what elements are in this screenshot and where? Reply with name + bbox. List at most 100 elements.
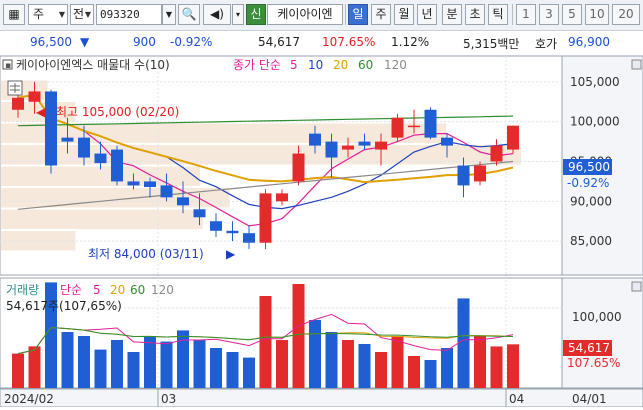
search-icon[interactable]: 🔍: [178, 4, 200, 25]
ma-label-20: 20: [333, 58, 348, 72]
candle-body: [408, 125, 420, 128]
ma-label-prefix: 종가 단순: [233, 58, 281, 72]
code-input[interactable]: 093320: [96, 4, 162, 25]
sound-icon[interactable]: ◀): [203, 4, 231, 25]
price-axis-tick: 85,000: [570, 234, 612, 248]
volume-bar: [193, 340, 206, 388]
volume-profile-bar: [1, 209, 203, 229]
candle-body: [243, 233, 255, 243]
interval-10-button[interactable]: 10: [585, 4, 609, 25]
tab-second[interactable]: 초: [465, 4, 485, 25]
candle-body: [490, 145, 503, 162]
tab-tick[interactable]: 틱: [488, 4, 508, 25]
volume-bar: [160, 341, 173, 388]
prev-next-icon[interactable]: ▾: [232, 4, 244, 25]
vol-ma-5: 5: [93, 283, 101, 297]
candle-body: [94, 153, 107, 164]
type-select[interactable]: 전: [70, 4, 94, 25]
axis-scroll-icon[interactable]: [631, 59, 642, 70]
candle-body: [292, 153, 305, 182]
candle-body: [309, 133, 321, 146]
volume-bar: [408, 356, 420, 388]
tab-week[interactable]: 주: [371, 4, 391, 25]
tab-day[interactable]: 일: [348, 4, 368, 25]
volume-bar: [226, 352, 239, 388]
date-label-cursor: 04/01: [572, 392, 607, 406]
candle-body: [12, 97, 24, 110]
candle-body: [441, 137, 453, 146]
candle-body: [61, 137, 74, 142]
interval-1-button[interactable]: 1: [516, 4, 536, 25]
candle-body: [78, 137, 90, 158]
interval-20-button[interactable]: 20: [612, 4, 640, 25]
stock-chart[interactable]: ▪ 케이아이엔엑스 매물대 수(10) 종가 단순 5 10 20 60 120…: [0, 55, 643, 408]
tab-minute[interactable]: 분: [442, 4, 462, 25]
date-label-feb: 2024/02: [4, 392, 54, 406]
volume-title: 거래량: [6, 283, 39, 297]
volume-bar: [259, 296, 272, 388]
low-arrow-icon: ▶: [226, 247, 236, 261]
volume-axis-label: 100,000: [572, 310, 622, 324]
new-badge[interactable]: 신: [246, 4, 266, 25]
collapse-icon-glyph: ▪: [5, 61, 11, 71]
candle-body: [342, 145, 354, 150]
candle-body: [474, 165, 486, 182]
volume-bar: [309, 320, 321, 388]
candle-body: [193, 209, 206, 218]
volume-axis-scroll-icon[interactable]: [631, 281, 642, 292]
volume-bar: [144, 336, 156, 388]
current-price: 96,500: [30, 35, 72, 49]
candle-body: [457, 165, 470, 186]
candle-body: [28, 91, 41, 102]
candle-body: [325, 141, 338, 158]
layout-icon[interactable]: ▦: [3, 4, 25, 25]
candle-body: [424, 109, 437, 138]
volume-bar: [28, 346, 41, 388]
volume-bar: [78, 336, 90, 388]
date-axis: [0, 388, 643, 408]
high-arrow-icon: ◀: [36, 105, 46, 119]
candle-body: [259, 193, 272, 243]
ma-label-60: 60: [358, 58, 373, 72]
volume-bar: [325, 332, 338, 388]
date-label-apr: 04: [509, 392, 524, 406]
candle-body: [144, 181, 156, 187]
interval-5-button[interactable]: 5: [562, 4, 582, 25]
volume-bar: [490, 346, 503, 388]
volume-profile-bar: [1, 188, 230, 208]
volume-bar: [111, 340, 123, 388]
market-select[interactable]: 주: [28, 4, 68, 25]
chart-area[interactable]: ▪ 케이아이엔엑스 매물대 수(10) 종가 단순 5 10 20 60 120…: [0, 55, 643, 408]
volume-info: 54,617주(107,65%): [6, 299, 122, 313]
volume-bar: [12, 353, 24, 388]
down-triangle-icon: ▼: [80, 35, 90, 49]
tab-year[interactable]: 년: [417, 4, 437, 25]
high-annotation: 최고 105,000 (02/20): [56, 105, 179, 119]
candle-body: [507, 125, 519, 150]
last-price-tag-text: 96,500: [568, 160, 610, 174]
price-axis-tick: 90,000: [570, 194, 612, 208]
vol-ma-prefix: 단순: [60, 283, 82, 297]
last-volume-pct-tag: 107.65%: [567, 356, 620, 370]
volume-bar: [94, 349, 107, 388]
candle-body: [358, 141, 371, 146]
candle-body: [226, 230, 239, 234]
candle-body: [160, 185, 173, 198]
candle-body: [391, 117, 404, 138]
code-dropdown-icon[interactable]: ▼: [162, 4, 176, 25]
volume-bar: [210, 348, 222, 388]
volume-bar: [127, 352, 140, 388]
volume-bar: [292, 284, 305, 388]
ma-label-5: 5: [290, 58, 298, 72]
volume-bar: [243, 357, 255, 388]
tab-month[interactable]: 월: [394, 4, 414, 25]
volume-bar: [358, 344, 371, 388]
price-axis-tick: 105,000: [570, 75, 620, 89]
date-label-mar: 03: [161, 392, 176, 406]
quote-bar: 96,500 ▼ 900 -0.92% 54,617 107.65% 1.12%…: [0, 31, 643, 56]
ask-label: 호가: [535, 37, 558, 51]
low-annotation: 최저 84,000 (03/11): [88, 247, 204, 261]
candle-body: [127, 181, 140, 186]
interval-3-button[interactable]: 3: [539, 4, 559, 25]
candle-body: [111, 149, 123, 182]
